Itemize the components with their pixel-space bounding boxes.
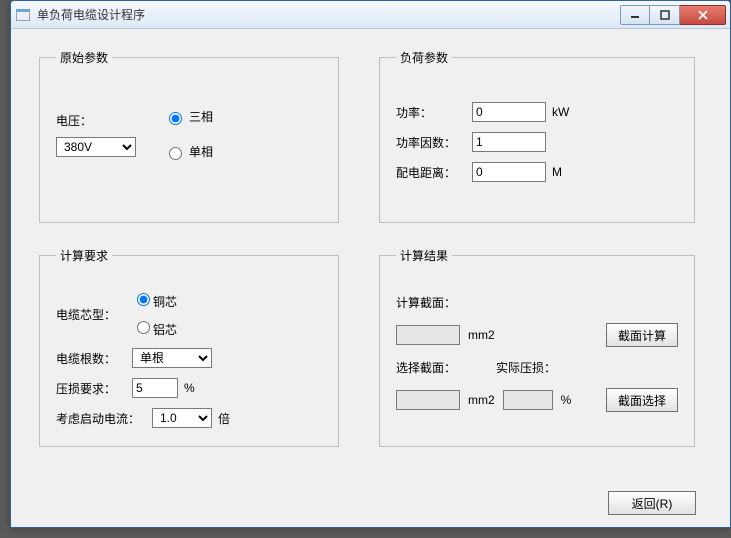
calc-section-button[interactable]: 截面计算: [606, 323, 678, 347]
power-unit: kW: [552, 105, 569, 119]
core-label: 电缆芯型：: [56, 306, 132, 323]
titlebar: 单负荷电缆设计程序: [11, 1, 730, 29]
select-section-button[interactable]: 截面选择: [606, 388, 678, 412]
window-controls: [620, 5, 726, 25]
count-select[interactable]: 单根: [132, 348, 212, 368]
group-load-legend: 负荷参数: [396, 49, 452, 66]
sel-section-label: 选择截面：: [396, 359, 456, 376]
app-window: 单负荷电缆设计程序 原始参数 电压： 380V: [10, 0, 731, 528]
group-calcreq-legend: 计算要求: [56, 247, 112, 264]
group-original-params: 原始参数 电压： 380V 三相 单相: [39, 49, 339, 223]
power-label: 功率：: [396, 104, 472, 121]
window-title: 单负荷电缆设计程序: [37, 6, 620, 23]
sel-section-unit: mm2: [468, 393, 495, 407]
group-result: 计算结果 计算截面： mm2 截面计算 选择截面： 实际压损：: [379, 247, 695, 447]
radio-three-phase[interactable]: 三相: [164, 108, 213, 125]
loss-unit: %: [184, 381, 195, 395]
radio-aluminum[interactable]: 铝芯: [132, 318, 177, 338]
client-area: 原始参数 电压： 380V 三相 单相: [11, 29, 730, 527]
pf-input[interactable]: [472, 132, 546, 152]
actual-loss-unit: %: [561, 393, 572, 407]
start-label: 考虑启动电流：: [56, 410, 152, 427]
maximize-button[interactable]: [650, 5, 680, 25]
minimize-button[interactable]: [620, 5, 650, 25]
actual-loss-label: 实际压损：: [496, 359, 556, 376]
radio-copper[interactable]: 铜芯: [132, 290, 177, 310]
distance-label: 配电距离：: [396, 164, 472, 181]
voltage-label: 电压：: [56, 112, 132, 129]
calc-section-label: 计算截面：: [396, 296, 456, 310]
group-calc-req: 计算要求 电缆芯型： 铜芯 铝芯 电缆根数： 单根 压损要求： %: [39, 247, 339, 447]
start-select[interactable]: 1.0: [152, 408, 212, 428]
group-original-legend: 原始参数: [56, 49, 112, 66]
actual-loss-output: [503, 390, 553, 410]
distance-unit: M: [552, 165, 562, 179]
group-load-params: 负荷参数 功率： kW 功率因数： 配电距离： M: [379, 49, 695, 223]
power-input[interactable]: [472, 102, 546, 122]
start-unit: 倍: [218, 410, 230, 427]
sel-section-output: [396, 390, 460, 410]
count-label: 电缆根数：: [56, 350, 132, 367]
calc-section-unit: mm2: [468, 328, 495, 342]
close-button[interactable]: [680, 5, 726, 25]
app-icon: [15, 7, 31, 23]
loss-input[interactable]: [132, 378, 178, 398]
radio-single-phase[interactable]: 单相: [164, 143, 213, 160]
calc-section-output: [396, 325, 460, 345]
voltage-select[interactable]: 380V: [56, 137, 136, 157]
loss-label: 压损要求：: [56, 380, 132, 397]
distance-input[interactable]: [472, 162, 546, 182]
pf-label: 功率因数：: [396, 134, 472, 151]
return-button[interactable]: 返回(R): [608, 491, 696, 515]
group-result-legend: 计算结果: [396, 247, 452, 264]
